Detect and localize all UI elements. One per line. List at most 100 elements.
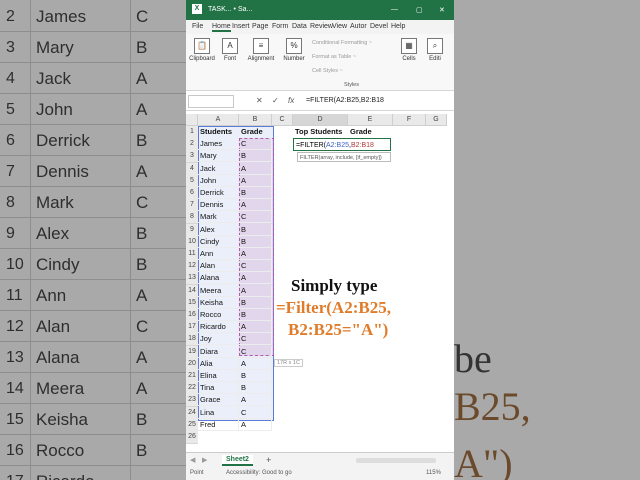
tab-data[interactable]: Data xyxy=(292,23,307,30)
cell-grade[interactable]: B xyxy=(239,382,272,395)
select-all-corner[interactable] xyxy=(186,114,198,126)
cell-student-name[interactable]: Keisha xyxy=(198,296,239,309)
row-header[interactable]: 15 xyxy=(186,296,198,310)
sheet-next-icon[interactable]: ▶ xyxy=(202,456,207,464)
row-header[interactable]: 6 xyxy=(186,187,198,200)
row-header[interactable]: 13 xyxy=(186,272,198,286)
cell-student-name[interactable]: Alex xyxy=(198,223,239,236)
number-group[interactable]: % Number xyxy=(280,38,308,62)
tab-help[interactable]: Help xyxy=(391,23,405,30)
cell-grade[interactable]: C xyxy=(239,333,272,346)
tab-home[interactable]: Home xyxy=(212,23,231,32)
cell-grade[interactable]: C xyxy=(239,345,272,358)
row-header[interactable]: 9 xyxy=(186,223,198,237)
cell-grade[interactable]: B xyxy=(239,235,272,248)
name-box[interactable] xyxy=(188,95,234,108)
tab-file[interactable]: File xyxy=(192,23,203,30)
tab-page-layout[interactable]: Page xyxy=(252,23,268,30)
row-header[interactable]: 1 xyxy=(186,126,198,139)
row-header[interactable]: 14 xyxy=(186,284,198,298)
cell-grade[interactable]: A xyxy=(239,174,272,187)
header-grade[interactable]: Grade xyxy=(239,126,272,138)
row-header[interactable]: 22 xyxy=(186,382,198,396)
cell-student-name[interactable]: Mark xyxy=(198,211,239,224)
cell-student-name[interactable]: James xyxy=(198,138,239,151)
row-header[interactable]: 26 xyxy=(186,431,198,444)
conditional-formatting-button[interactable]: Conditional Formatting ~ xyxy=(312,40,372,46)
row-header[interactable]: 5 xyxy=(186,174,198,188)
cell-student-name[interactable]: Mary xyxy=(198,150,239,163)
cell-grade[interactable]: C xyxy=(239,211,272,224)
column-header-c[interactable]: C xyxy=(272,114,293,126)
row-header[interactable]: 16 xyxy=(186,309,198,322)
editing-group[interactable]: ⌕ Editi xyxy=(424,38,446,62)
tab-automate[interactable]: Autor xyxy=(350,23,367,30)
minimize-button[interactable]: — xyxy=(391,6,398,13)
cell-grade[interactable]: A xyxy=(239,284,272,297)
row-header[interactable]: 25 xyxy=(186,418,198,432)
accessibility-status[interactable]: Accessibility: Good to go xyxy=(226,470,292,476)
cell-grade[interactable]: C xyxy=(239,260,272,273)
alignment-group[interactable]: ≡ Alignment xyxy=(244,38,278,62)
cancel-icon[interactable]: ✕ xyxy=(256,96,263,105)
row-header[interactable]: 10 xyxy=(186,235,198,249)
close-button[interactable]: ✕ xyxy=(439,6,445,14)
cell-grade[interactable]: B xyxy=(239,150,272,163)
cell-grade[interactable]: A xyxy=(239,272,272,285)
horizontal-scrollbar[interactable] xyxy=(356,458,436,463)
cell-grade[interactable]: A xyxy=(239,248,272,260)
column-header-d[interactable]: D xyxy=(293,114,348,126)
tab-formulas[interactable]: Form xyxy=(272,23,288,30)
cell-student-name[interactable]: Alia xyxy=(198,357,239,370)
row-header[interactable]: 17 xyxy=(186,321,198,335)
cell-student-name[interactable]: Grace xyxy=(198,394,239,407)
cells-group[interactable]: ▦ Cells xyxy=(398,38,420,62)
header-top-students[interactable]: Top Students xyxy=(293,126,348,138)
cell-styles-button[interactable]: Cell Styles ~ xyxy=(312,68,343,74)
row-header[interactable]: 23 xyxy=(186,394,198,408)
clipboard-group[interactable]: 📋 Clipboard xyxy=(188,38,216,62)
header-grade-e[interactable]: Grade xyxy=(348,126,393,138)
row-header[interactable]: 12 xyxy=(186,260,198,274)
cell-grade[interactable]: C xyxy=(239,406,272,419)
cell-student-name[interactable]: Tina xyxy=(198,382,239,395)
cell-grade[interactable]: A xyxy=(239,321,272,334)
zoom-level[interactable]: 115% xyxy=(426,470,441,476)
format-as-table-button[interactable]: Format as Table ~ xyxy=(312,54,356,60)
cell-grade[interactable]: B xyxy=(239,296,272,309)
row-header[interactable]: 2 xyxy=(186,138,198,152)
column-header-b[interactable]: B xyxy=(239,114,272,126)
cell-grade[interactable]: B xyxy=(239,309,272,321)
tab-view[interactable]: View xyxy=(332,23,347,30)
row-header[interactable]: 11 xyxy=(186,248,198,261)
row-header[interactable]: 20 xyxy=(186,357,198,371)
row-header[interactable]: 24 xyxy=(186,406,198,420)
row-header[interactable]: 7 xyxy=(186,199,198,213)
cell-grade[interactable]: A xyxy=(239,357,272,370)
row-header[interactable]: 4 xyxy=(186,162,198,176)
cell-student-name[interactable]: Dennis xyxy=(198,199,239,212)
tab-review[interactable]: Review xyxy=(310,23,333,30)
cell-student-name[interactable]: Ann xyxy=(198,248,239,260)
cell-student-name[interactable]: Fred xyxy=(198,418,239,431)
fx-icon[interactable]: fx xyxy=(288,96,294,105)
cell-student-name[interactable]: Alana xyxy=(198,272,239,285)
cell-student-name[interactable]: John xyxy=(198,174,239,187)
cell-student-name[interactable]: Joy xyxy=(198,333,239,346)
cell-student-name[interactable]: Cindy xyxy=(198,235,239,248)
column-header-f[interactable]: F xyxy=(393,114,426,126)
add-sheet-button[interactable]: + xyxy=(266,455,271,465)
cell-student-name[interactable]: Ricardo xyxy=(198,321,239,334)
row-header[interactable]: 21 xyxy=(186,370,198,383)
cell-grade[interactable]: A xyxy=(239,394,272,407)
restore-button[interactable]: ▢ xyxy=(416,6,423,14)
row-header[interactable]: 19 xyxy=(186,345,198,359)
cell-student-name[interactable]: Diara xyxy=(198,345,239,358)
cell-student-name[interactable]: Jack xyxy=(198,162,239,175)
tab-insert[interactable]: Insert xyxy=(232,23,250,30)
header-students[interactable]: Students xyxy=(198,126,239,138)
row-header[interactable]: 18 xyxy=(186,333,198,347)
formula-input[interactable]: =FILTER(A2:B25,B2:B18 xyxy=(306,97,384,104)
cell-grade[interactable]: C xyxy=(239,138,272,151)
cell-grade[interactable]: A xyxy=(239,199,272,212)
